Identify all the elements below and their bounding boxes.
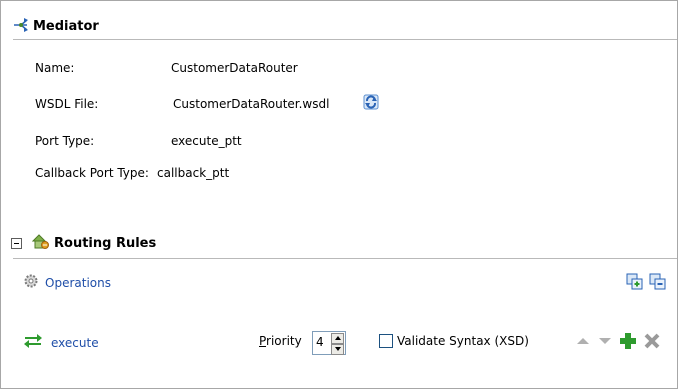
spinner-up-icon[interactable] (331, 333, 344, 344)
arrow-up-icon[interactable] (575, 332, 591, 350)
priority-label-rest: riority (266, 334, 302, 348)
port-type-label: Port Type: (35, 134, 95, 148)
routing-rules-title: Routing Rules (54, 236, 157, 251)
add-icon[interactable] (619, 332, 637, 350)
routing-rules-icon (31, 234, 50, 253)
operation-arrows-icon (23, 334, 43, 351)
expand-all-icon[interactable] (626, 273, 644, 291)
operation-execute-link[interactable]: execute (23, 334, 99, 351)
priority-value[interactable]: 4 (316, 335, 324, 349)
operations-label: Operations (45, 275, 111, 290)
collapse-toggle-icon[interactable] (11, 238, 22, 249)
mediator-icon (13, 17, 29, 36)
priority-mnemonic: P (259, 334, 267, 348)
validate-syntax-label: Validate Syntax (XSD) (397, 334, 529, 348)
arrow-down-icon[interactable] (597, 332, 613, 350)
mediator-header: Mediator (13, 17, 99, 36)
callback-port-type-value: callback_ptt (157, 166, 230, 180)
port-type-value: execute_ptt (171, 134, 242, 148)
mediator-title: Mediator (33, 19, 99, 34)
refresh-wsdl-icon[interactable] (361, 92, 381, 112)
mediator-editor-panel: Mediator Name: CustomerDataRouter WSDL F… (0, 0, 678, 389)
name-value: CustomerDataRouter (171, 61, 298, 75)
priority-label: Priority (259, 334, 302, 348)
routing-rules-divider (13, 258, 677, 259)
callback-port-type-label: Callback Port Type: (35, 166, 149, 180)
priority-spinner[interactable]: 4 (312, 331, 346, 355)
wsdl-file-value: CustomerDataRouter.wsdl (173, 97, 330, 111)
wsdl-file-label: WSDL File: (35, 97, 99, 111)
validate-syntax-checkbox[interactable] (379, 334, 393, 348)
operations-link[interactable]: Operations (23, 273, 111, 292)
operation-name: execute (51, 335, 99, 350)
gear-icon (23, 273, 39, 292)
spinner-buttons (331, 333, 344, 355)
routing-rules-header: Routing Rules (11, 234, 156, 253)
collapse-all-icon[interactable] (649, 273, 667, 291)
spinner-down-icon[interactable] (331, 344, 344, 355)
delete-icon[interactable] (643, 332, 661, 350)
header-divider (13, 39, 677, 40)
name-label: Name: (35, 61, 75, 75)
